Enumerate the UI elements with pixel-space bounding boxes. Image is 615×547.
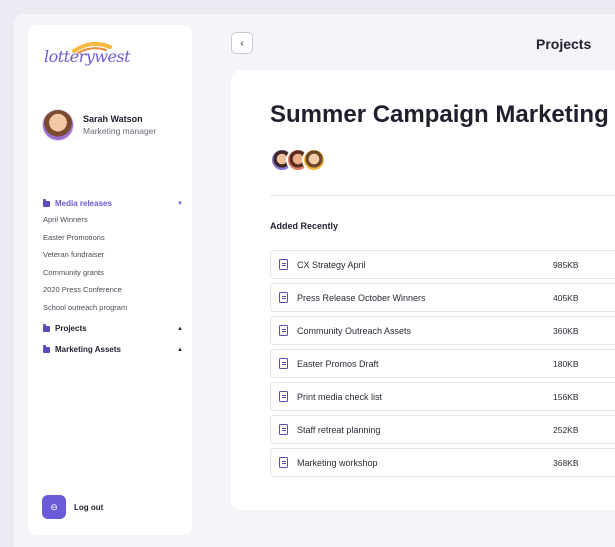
file-size: 156KB [553,391,579,402]
chevron-down-icon: ▼ [177,200,183,207]
user-profile[interactable]: Sarah Watson Marketing manager [42,109,156,141]
submenu-item-press-conference[interactable]: 2020 Press Conference [43,281,183,299]
media-releases-submenu: April Winners Easter Promotions Veteran … [43,211,183,316]
file-name: Community Outreach Assets [297,325,412,336]
file-name: Press Release October Winners [297,292,426,303]
sidebar-nav: Media releases ▼ April Winners Easter Pr… [43,198,183,355]
avatar [42,109,74,141]
divider [270,195,615,196]
logo-text: lotterywest [44,47,131,66]
chevron-left-icon: ‹ [240,37,244,49]
document-icon [279,457,288,468]
sidebar-item-marketing-assets[interactable]: Marketing Assets ▲ [43,344,183,355]
submenu-item-april-winners[interactable]: April Winners [43,211,183,229]
chevron-up-icon: ▲ [177,346,183,353]
back-button[interactable]: ‹ [231,32,253,54]
submenu-item-school-outreach[interactable]: School outreach program [43,299,183,317]
file-name: CX Strategy April [297,259,366,270]
submenu-item-veteran-fundraiser[interactable]: Veteran fundraiser [43,246,183,264]
chevron-up-icon: ▲ [177,325,183,332]
file-row[interactable]: Staff retreat planning 252KB [270,415,615,444]
file-name: Marketing workshop [297,457,378,468]
file-size: 360KB [553,325,579,336]
sidebar-item-label: Projects [55,324,87,333]
sidebar-item-media-releases[interactable]: Media releases ▼ [43,198,183,209]
file-name: Easter Promos Draft [297,358,379,369]
team-avatars[interactable] [270,148,326,172]
page-title: Projects [536,36,592,52]
avatar [302,148,326,172]
logout-button[interactable]: ⊖ Log out [42,495,103,519]
file-name: Print media check list [297,391,383,402]
folder-icon [43,324,50,332]
document-icon [279,424,288,435]
sidebar: lotterywest Sarah Watson Marketing manag… [28,25,192,535]
file-row[interactable]: CX Strategy April 985KB [270,250,615,279]
file-size: 405KB [553,292,579,303]
document-icon [279,358,288,369]
file-row[interactable]: Print media check list 156KB [270,382,615,411]
file-list: CX Strategy April 985KB Press Release Oc… [270,250,615,481]
logout-icon: ⊖ [42,495,66,519]
submenu-item-easter-promotions[interactable]: Easter Promotions [43,229,183,247]
folder-icon [43,199,50,207]
file-name: Staff retreat planning [297,424,381,435]
project-title: Summer Campaign Marketing [270,101,609,128]
logout-label: Log out [74,502,104,512]
brand-logo[interactable]: lotterywest [44,37,131,73]
sidebar-item-label: Marketing Assets [55,345,121,354]
document-icon [279,325,288,336]
document-icon [279,259,288,270]
file-size: 252KB [553,424,579,435]
file-size: 180KB [553,358,579,369]
document-icon [279,292,288,303]
user-role: Marketing manager [83,126,157,136]
document-icon [279,391,288,402]
folder-icon [43,345,50,353]
submenu-item-community-grants[interactable]: Community grants [43,264,183,282]
file-row[interactable]: Marketing workshop 368KB [270,448,615,477]
sidebar-item-projects[interactable]: Projects ▲ [43,323,183,334]
file-size: 985KB [553,259,579,270]
file-row[interactable]: Community Outreach Assets 360KB [270,316,615,345]
file-row[interactable]: Press Release October Winners 405KB [270,283,615,312]
file-size: 368KB [553,457,579,468]
file-row[interactable]: Easter Promos Draft 180KB [270,349,615,378]
sidebar-item-label: Media releases [55,199,112,208]
project-card: Summer Campaign Marketing Added Recently… [231,70,615,510]
section-title: Added Recently [270,221,339,231]
user-name: Sarah Watson [83,114,143,124]
